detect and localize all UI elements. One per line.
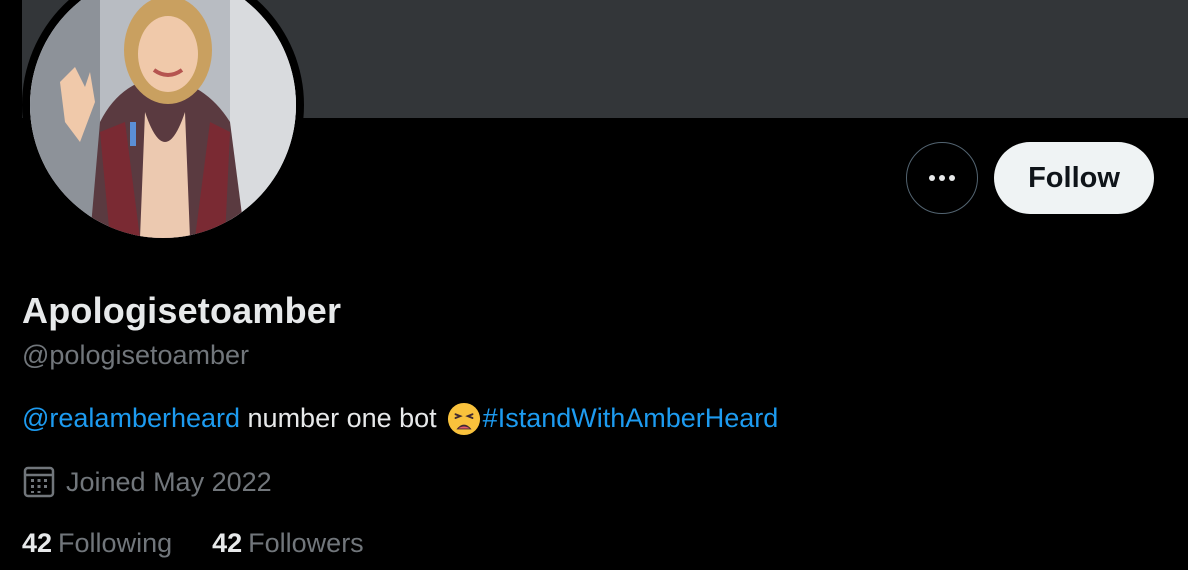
weary-face-emoji — [447, 402, 480, 436]
following-label: Following — [58, 528, 173, 558]
avatar-photo — [30, 0, 296, 238]
profile-bio: @realamberheard number one bot #IstandWi… — [22, 401, 779, 436]
user-handle: @pologisetoamber — [22, 340, 250, 370]
avatar[interactable] — [30, 0, 296, 238]
calendar-icon — [23, 466, 55, 498]
more-horizontal-icon — [929, 175, 955, 181]
follow-button[interactable]: Follow — [994, 142, 1154, 214]
following-link[interactable]: 42 Following — [22, 528, 172, 559]
followers-label: Followers — [248, 528, 364, 558]
more-options-button[interactable] — [906, 142, 978, 214]
join-date: Joined May 2022 — [22, 465, 272, 499]
followers-link[interactable]: 42 Followers — [212, 528, 364, 559]
profile-page: Follow Apologisetoamber @pologisetoamber… — [0, 0, 1188, 570]
join-date-label: Joined May 2022 — [66, 466, 272, 497]
bio-hashtag-link[interactable]: #IstandWithAmberHeard — [483, 403, 779, 434]
follow-stats: 42 Following 42 Followers — [22, 528, 364, 559]
bio-mention-link[interactable]: @realamberheard — [22, 403, 240, 434]
followers-count: 42 — [212, 528, 243, 558]
avatar-border — [22, 0, 304, 246]
display-name: Apologisetoamber — [22, 290, 342, 331]
bio-text: number one bot — [240, 402, 437, 433]
following-count: 42 — [22, 528, 53, 558]
